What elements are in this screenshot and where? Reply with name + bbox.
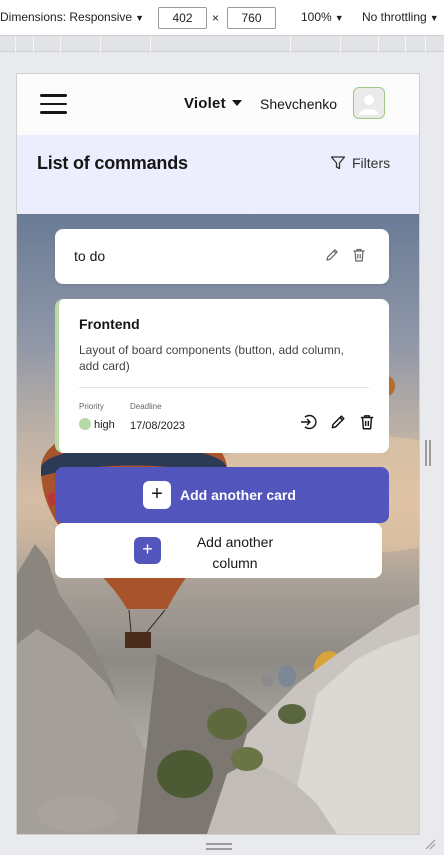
pencil-icon[interactable] [324,247,340,263]
dimensions-times: × [212,11,220,25]
column-header: to do [55,229,389,284]
dimensions-label: Dimensions: Responsive [0,10,133,24]
priority-badge: high [79,418,115,431]
throttling-value: No throttling [362,10,427,24]
resize-handle-right[interactable] [425,440,431,466]
add-card-button[interactable]: + Add another card [55,467,389,523]
user-avatar-icon [359,95,379,115]
hamburger-icon[interactable] [40,94,67,114]
add-column-label: Add another column [196,534,274,571]
throttling-dropdown[interactable]: No throttling ▼ [362,10,439,24]
card-divider [79,387,369,388]
resize-handle-bottom[interactable] [206,843,232,851]
add-column-button[interactable]: + Add another column [55,523,382,578]
task-card[interactable]: Frontend Layout of board components (but… [55,299,389,453]
user-name: Shevchenko [260,96,338,112]
width-input[interactable]: 402 [158,7,207,29]
app-header: Violet Shevchenko [17,74,419,135]
filter-icon [330,156,346,170]
page-title: List of commands [37,153,188,173]
zoom-dropdown[interactable]: 100% ▼ [301,10,344,24]
board-subheader: List of commands Filters [17,135,419,214]
chevron-down-icon [231,100,242,106]
trash-icon[interactable] [351,247,367,263]
devtools-toolbar: Dimensions: Responsive ▼ 402 × 760 100% ▼ … [0,0,444,36]
caret-down-icon: ▼ [334,13,344,23]
deadline-value: 17/08/2023 [130,420,186,432]
priority-value: high [94,419,115,431]
board-selector[interactable]: Violet [184,95,242,112]
pencil-icon[interactable] [329,413,347,431]
app-viewport: Violet Shevchenko List of commands Filte… [17,74,419,834]
card-description: Layout of board components (button, add … [79,343,344,373]
resize-corner-icon[interactable] [424,838,436,850]
avatar[interactable] [353,87,385,119]
arrow-right-circle-icon[interactable] [299,413,317,431]
filters-label: Filters [352,155,391,171]
zoom-value: 100% [301,10,332,24]
column-title: to do [74,248,106,264]
filters-button[interactable]: Filters [330,155,390,171]
plus-icon: + [134,537,161,564]
deadline-label: Deadline [130,402,162,411]
height-input[interactable]: 760 [227,7,276,29]
plus-icon: + [143,481,171,509]
board-name: Violet [184,95,226,112]
media-query-ruler [0,36,444,52]
priority-dot [79,418,91,430]
card-title: Frontend [79,316,140,332]
priority-label: Priority [79,402,104,411]
dimensions-dropdown[interactable]: Dimensions: Responsive ▼ [0,10,144,24]
add-card-label: Add another card [180,487,296,503]
trash-icon[interactable] [358,413,376,431]
caret-down-icon: ▼ [135,13,144,23]
caret-down-icon: ▼ [429,13,439,23]
